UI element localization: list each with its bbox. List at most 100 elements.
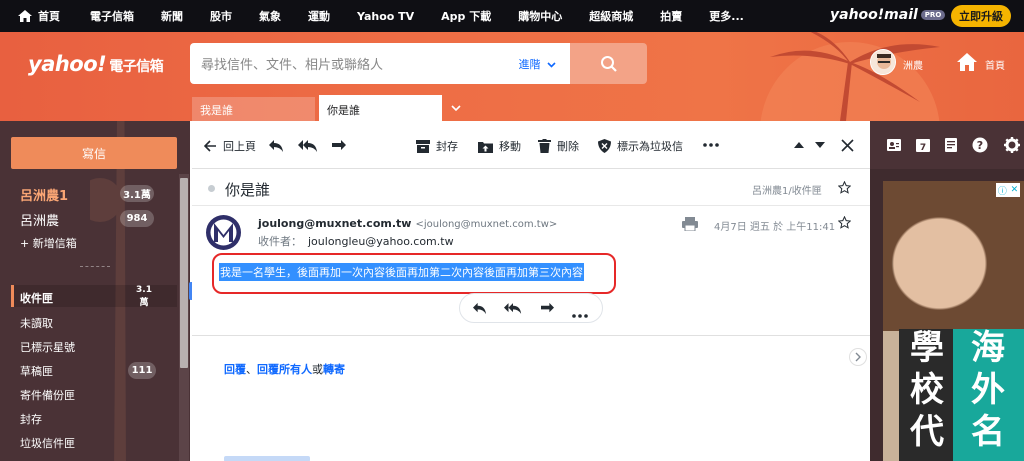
reply-icon[interactable] bbox=[268, 139, 284, 153]
forward-icon[interactable] bbox=[331, 139, 347, 153]
yahoo-mail-brand[interactable]: yahoo! 電子信箱 bbox=[28, 52, 164, 76]
account-item-2[interactable]: 呂洲農 bbox=[20, 210, 59, 229]
yahoo-mail-logo[interactable]: yahoo!mail PRO bbox=[830, 7, 946, 23]
reply-editor-stub[interactable] bbox=[224, 456, 310, 461]
previous-message-icon[interactable] bbox=[794, 142, 804, 148]
unread-dot-icon[interactable] bbox=[208, 185, 215, 192]
home-icon[interactable] bbox=[957, 53, 977, 71]
reply-all-button[interactable] bbox=[504, 302, 522, 318]
folder-sent[interactable]: 寄件備份匣 bbox=[20, 387, 75, 403]
subject-row: 你是誰 呂洲農1/收件匣 bbox=[192, 169, 870, 206]
reply-all-icon bbox=[504, 303, 522, 314]
star-icon[interactable] bbox=[838, 181, 851, 194]
reply-all-link[interactable]: 回覆所有人 bbox=[257, 363, 312, 376]
divider bbox=[80, 266, 110, 268]
topnav-more[interactable]: 更多... bbox=[709, 8, 744, 24]
folder-archive[interactable]: 封存 bbox=[20, 411, 42, 427]
quick-reply-links: 回覆、回覆所有人或轉寄 bbox=[224, 361, 345, 377]
account-count-badge: 984 bbox=[120, 210, 154, 227]
folder-unread[interactable]: 未讀取 bbox=[20, 315, 53, 331]
advanced-search-toggle[interactable]: 進階 bbox=[519, 56, 557, 72]
topnav-auction[interactable]: 拍賣 bbox=[660, 8, 682, 24]
topnav-home[interactable]: 首頁 bbox=[38, 8, 60, 24]
folder-inbox[interactable]: 收件匣 bbox=[20, 290, 53, 306]
delete-button[interactable]: 刪除 bbox=[538, 138, 579, 154]
search-placeholder: 尋找信件、文件、相片或聯絡人 bbox=[201, 58, 384, 73]
arrow-left-icon bbox=[204, 140, 216, 152]
topnav-mail[interactable]: 電子信箱 bbox=[90, 8, 134, 24]
next-message-icon[interactable] bbox=[815, 142, 825, 148]
star-icon[interactable] bbox=[838, 216, 851, 229]
tab-message-2[interactable]: 你是誰 bbox=[319, 95, 442, 123]
folder-drafts[interactable]: 草稿匣 bbox=[20, 363, 53, 379]
add-mailbox-link[interactable]: + 新增信箱 bbox=[20, 235, 77, 251]
expand-panel-button[interactable] bbox=[849, 348, 867, 366]
topnav-yahoo-tv[interactable]: Yahoo TV bbox=[357, 10, 414, 23]
topnav-sports[interactable]: 運動 bbox=[308, 8, 330, 24]
message-date: 4月7日 週五 於 上午11:41 bbox=[714, 222, 836, 233]
upgrade-button[interactable]: 立即升級 bbox=[951, 5, 1011, 27]
search-button[interactable] bbox=[570, 43, 647, 84]
forward-link[interactable]: 轉寄 bbox=[323, 363, 345, 376]
palm-tree-decoration bbox=[770, 32, 940, 121]
reply-all-icon[interactable] bbox=[298, 139, 318, 153]
reply-button[interactable] bbox=[472, 302, 487, 318]
spam-label: 標示為垃圾信 bbox=[617, 140, 683, 153]
folder-spam[interactable]: 垃圾信件匣 bbox=[20, 435, 75, 451]
svg-text:7: 7 bbox=[920, 143, 926, 153]
advanced-search-label: 進階 bbox=[518, 57, 541, 71]
chevron-down-icon[interactable] bbox=[449, 101, 463, 115]
topnav-app-download[interactable]: App 下載 bbox=[441, 8, 491, 24]
scrollbar-thumb[interactable] bbox=[180, 178, 188, 368]
chevron-right-icon bbox=[855, 352, 861, 362]
user-name[interactable]: 洲農 bbox=[903, 57, 923, 72]
print-icon[interactable] bbox=[682, 217, 698, 231]
forward-button[interactable] bbox=[540, 302, 555, 318]
forward-icon bbox=[541, 302, 554, 313]
notepad-icon[interactable] bbox=[943, 137, 959, 153]
sender-logo-image bbox=[206, 215, 241, 250]
shield-icon bbox=[598, 139, 611, 153]
message-folder-path: 呂洲農1/收件匣 bbox=[752, 186, 822, 197]
sender-address: <joulong@muxnet.com.tw> bbox=[415, 219, 558, 230]
search-input[interactable]: 尋找信件、文件、相片或聯絡人 進階 bbox=[190, 43, 570, 84]
brand-logo: yahoo! bbox=[28, 52, 107, 76]
recipient-address[interactable]: joulongleu@yahoo.com.tw bbox=[308, 235, 454, 248]
topnav-news[interactable]: 新聞 bbox=[161, 8, 183, 24]
move-button[interactable]: 移動 bbox=[478, 138, 521, 154]
sidebar-scrollbar[interactable] bbox=[179, 174, 189, 461]
topnav-mall[interactable]: 超級商城 bbox=[589, 8, 633, 24]
ad-choices-icon[interactable]: ⓘ ✕ bbox=[996, 183, 1020, 197]
home-icon[interactable] bbox=[18, 10, 32, 22]
inbox-count: 3.1萬 bbox=[136, 285, 152, 308]
more-options-icon[interactable] bbox=[703, 143, 719, 147]
folder-starred[interactable]: 已標示星號 bbox=[20, 339, 75, 355]
spam-button[interactable]: 標示為垃圾信 bbox=[598, 138, 683, 154]
contacts-icon[interactable] bbox=[886, 137, 902, 153]
topnav-stocks[interactable]: 股市 bbox=[210, 8, 232, 24]
compose-button[interactable]: 寫信 bbox=[11, 137, 177, 169]
message-pane: 回上頁 封存 移動 刪除 標示為垃圾信 你是誰 呂洲農1/收件匣 joulong… bbox=[192, 123, 870, 461]
move-label: 移動 bbox=[499, 140, 521, 153]
home-link[interactable]: 首頁 bbox=[985, 57, 1005, 72]
calendar-icon[interactable]: 7 bbox=[915, 137, 931, 153]
link-or: 或 bbox=[312, 363, 323, 376]
gear-icon[interactable] bbox=[1004, 137, 1020, 153]
advertisement[interactable]: 學校代 海外名 bbox=[883, 181, 1024, 461]
account-item-1[interactable]: 呂洲農1 bbox=[20, 185, 68, 204]
top-nav-bar: 首頁 電子信箱 新聞 股市 氣象 運動 Yahoo TV App 下載 購物中心… bbox=[0, 0, 1024, 32]
more-actions-button[interactable] bbox=[572, 307, 588, 321]
account-count-badge: 3.1萬 bbox=[120, 185, 154, 202]
avatar[interactable] bbox=[870, 49, 896, 75]
close-icon[interactable] bbox=[841, 139, 854, 152]
archive-button[interactable]: 封存 bbox=[416, 138, 458, 154]
tab-message-1[interactable]: 我是誰 bbox=[192, 97, 315, 121]
help-icon[interactable]: ? bbox=[972, 137, 988, 153]
back-button[interactable]: 回上頁 bbox=[204, 138, 256, 154]
yahoo-mail-logo-text: yahoo!mail bbox=[830, 7, 918, 23]
sender-name[interactable]: joulong@muxnet.com.tw bbox=[258, 217, 411, 230]
sender-avatar[interactable] bbox=[206, 215, 241, 250]
reply-link[interactable]: 回覆 bbox=[224, 363, 246, 376]
topnav-shopping[interactable]: 購物中心 bbox=[518, 8, 562, 24]
topnav-weather[interactable]: 氣象 bbox=[259, 8, 281, 24]
